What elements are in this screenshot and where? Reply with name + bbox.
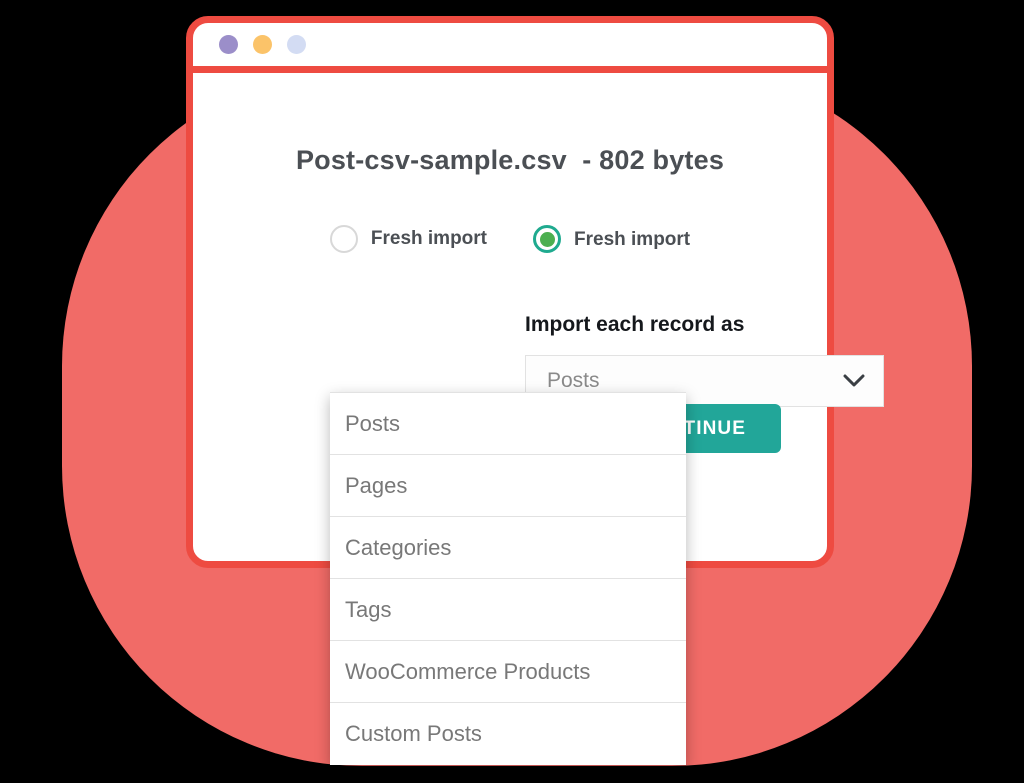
dropdown-option-posts[interactable]: Posts	[330, 393, 686, 455]
dropdown-option-tags[interactable]: Tags	[330, 579, 686, 641]
dropdown-option-pages[interactable]: Pages	[330, 455, 686, 517]
file-title: Post-csv-sample.csv - 802 bytes	[295, 145, 725, 175]
dropdown-option-categories[interactable]: Categories	[330, 517, 686, 579]
record-type-select-value: Posts	[547, 369, 600, 392]
import-mode-radio-group: Fresh import Fresh import	[193, 225, 827, 253]
radio-dot-icon	[539, 231, 555, 247]
close-dot-icon[interactable]	[219, 35, 238, 54]
chevron-down-icon	[843, 374, 865, 387]
record-type-dropdown-list: Posts Pages Categories Tags WooCommerce …	[330, 392, 686, 765]
maximize-dot-icon[interactable]	[287, 35, 306, 54]
dropdown-option-custom-posts[interactable]: Custom Posts	[330, 703, 686, 765]
radio-option-fresh-import-1[interactable]: Fresh import	[329, 225, 487, 253]
radio-label: Fresh import	[574, 229, 691, 250]
minimize-dot-icon[interactable]	[253, 35, 272, 54]
window-titlebar	[193, 23, 827, 73]
radio-label: Fresh import	[370, 228, 487, 249]
radio-circle-unchecked-icon[interactable]	[329, 225, 358, 253]
radio-circle-checked-icon[interactable]	[533, 225, 561, 253]
import-record-as-label: Import each record as	[525, 313, 745, 336]
dropdown-option-woocommerce-products[interactable]: WooCommerce Products	[330, 641, 686, 703]
radio-option-fresh-import-2[interactable]: Fresh import	[533, 225, 690, 253]
